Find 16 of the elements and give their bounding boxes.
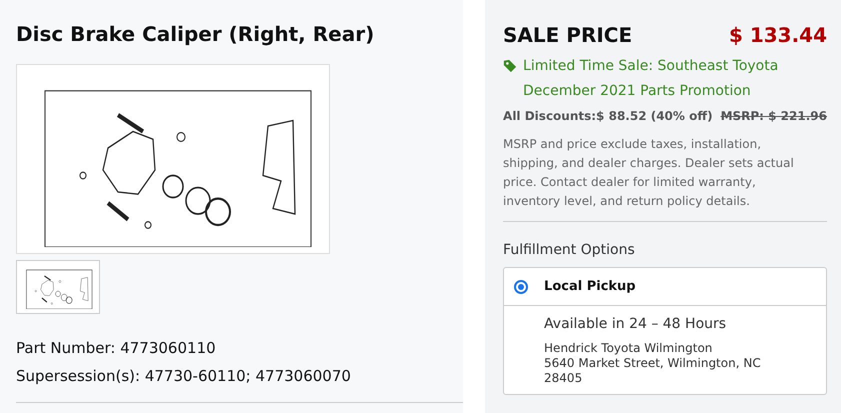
disclaimer: MSRP and price exclude taxes, installation, shipping, and dealer charges. Dealer sets actual price. Contact dealer for limited warranty, inventory level, and return policy details. bbox=[503, 136, 795, 210]
dealer-address: 5640 Market Street, Wilmington, NC 28405 bbox=[544, 356, 762, 386]
dealer-name: Hendrick Toyota Wilmington bbox=[544, 341, 714, 356]
msrp: MSRP: $ 221.96 bbox=[720, 108, 827, 125]
sale-price-label: SALE PRICE bbox=[503, 22, 632, 49]
fulfillment-title: Fulfillment Options bbox=[503, 241, 636, 260]
sale-price: $ 133.44 bbox=[728, 22, 827, 49]
product-title: Disc Brake Caliper (Right, Rear) bbox=[16, 21, 376, 48]
tag-icon bbox=[503, 59, 518, 73]
option-label: Local Pickup bbox=[544, 278, 636, 296]
availability: Available in 24 – 48 Hours bbox=[544, 315, 728, 334]
part-number: Part Number: 4773060110 bbox=[16, 338, 217, 359]
promotion-text: Limited Time Sale: Southeast Toyota December 2021 Parts Promotion bbox=[523, 57, 780, 101]
supersessions: Supersession(s): 47730-60110; 4773060070 bbox=[16, 366, 352, 387]
radio-button[interactable] bbox=[514, 280, 528, 294]
discounts: All Discounts:$ 88.52 (40% off) bbox=[503, 108, 713, 125]
